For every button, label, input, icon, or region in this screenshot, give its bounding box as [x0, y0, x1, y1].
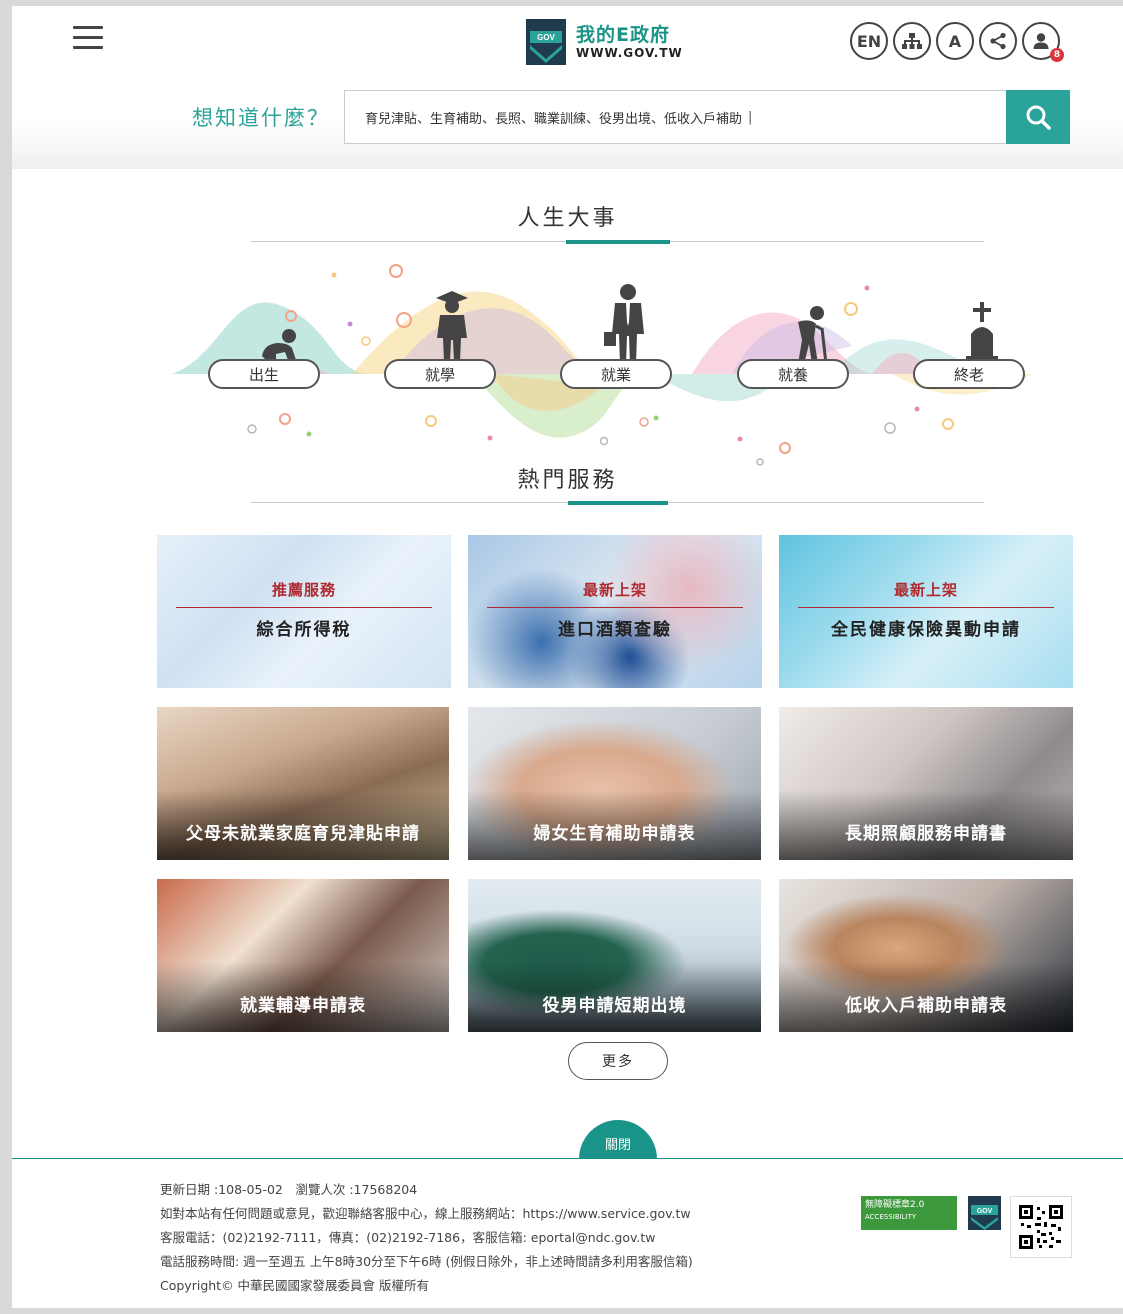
service-card-title: 婦女生育補助申請表	[468, 790, 761, 860]
sitemap-button[interactable]	[893, 22, 931, 60]
qr-code	[1010, 1196, 1072, 1258]
featured-card-liquor[interactable]: 最新上架 進口酒類查驗	[468, 535, 762, 688]
member-button[interactable]: 8	[1022, 22, 1064, 62]
logo-mark-text: GOV	[537, 33, 555, 42]
service-hours: 電話服務時間: 週一至週五 上午8時30分至下午6時 (例假日除外，非上述時間請…	[160, 1254, 693, 1269]
baby-icon	[262, 329, 296, 360]
hot-title-accent	[568, 501, 668, 505]
service-card-title: 父母未就業家庭育兒津貼申請	[157, 790, 449, 860]
search-button[interactable]	[1006, 90, 1070, 144]
hot-services-title: 熱門服務	[517, 468, 618, 493]
featured-title: 全民健康保險異動申請	[831, 620, 1021, 640]
page: GOV 我的E政府 WWW.GOV.TW EN A 8 想知道什麼？ 育兒津貼、…	[12, 6, 1123, 1308]
search-placeholder: 育兒津貼、生育補助、長照、職業訓練、役男出境、低收入戶補助	[365, 111, 743, 127]
search-input[interactable]: 育兒津貼、生育補助、長照、職業訓練、役男出境、低收入戶補助 |	[344, 90, 1007, 144]
elder-icon	[798, 306, 828, 364]
service-card-long-term-care[interactable]: 長期照顧服務申請書	[779, 707, 1073, 860]
update-info: 更新日期 :108-05-02 瀏覽人次 :17568204	[160, 1182, 418, 1197]
user-icon	[1033, 33, 1049, 49]
life-stage-school[interactable]: 就學	[384, 359, 496, 389]
toolbar: EN A 8	[850, 22, 1064, 62]
gov-badge-icon[interactable]: GOV	[968, 1196, 1001, 1230]
life-events-title: 人生大事	[517, 206, 618, 231]
phone-info: 客服電話：(02)2192-7111，傳真：(02)2192-7186，客服信箱…	[160, 1230, 656, 1245]
featured-tag: 最新上架	[893, 581, 958, 599]
logo-url: WWW.GOV.TW	[576, 46, 683, 60]
font-size-button[interactable]: A	[936, 22, 974, 60]
service-card-low-income-subsidy[interactable]: 低收入戶補助申請表	[779, 879, 1073, 1032]
service-card-title: 役男申請短期出境	[468, 962, 761, 1032]
life-stage-care[interactable]: 就養	[737, 359, 849, 389]
featured-tag: 最新上架	[582, 581, 647, 599]
language-button[interactable]: EN	[850, 22, 888, 60]
header: GOV 我的E政府 WWW.GOV.TW EN A 8 想知道什麼？ 育兒津貼、…	[12, 6, 1123, 169]
service-card-title: 長期照顧服務申請書	[779, 790, 1073, 860]
life-stage-work[interactable]: 就業	[560, 359, 672, 389]
featured-card-health-insurance[interactable]: 最新上架 全民健康保險異動申請	[779, 535, 1073, 688]
featured-divider	[798, 607, 1054, 608]
service-card-childcare-allowance[interactable]: 父母未就業家庭育兒津貼申請	[157, 707, 449, 860]
footer-close-button[interactable]: 關閉	[579, 1120, 657, 1159]
gov-badge-text: GOV	[977, 1208, 993, 1215]
life-title-accent	[566, 240, 670, 244]
search-icon	[1026, 105, 1051, 130]
language-label: EN	[856, 31, 882, 51]
life-stage-end[interactable]: 終老	[913, 359, 1025, 389]
site-logo[interactable]: GOV 我的E政府 WWW.GOV.TW	[526, 17, 696, 67]
life-events-band: 出生 就學 就業 就養 終老	[172, 246, 1052, 466]
accessibility-badge[interactable]: 無障礙標章2.0 ACCESSIBILITY	[861, 1196, 957, 1230]
service-card-maternity-subsidy[interactable]: 婦女生育補助申請表	[468, 707, 761, 860]
student-icon	[436, 291, 468, 362]
copyright: Copyright© 中華民國國家發展委員會 版權所有	[160, 1278, 430, 1293]
menu-icon[interactable]	[73, 26, 103, 50]
notification-badge: 8	[1050, 48, 1064, 62]
sitemap-icon	[902, 33, 922, 49]
accessibility-label-en: ACCESSIBILITY	[865, 1213, 917, 1221]
accessibility-label: 無障礙標章2.0	[865, 1200, 925, 1210]
text-cursor: |	[748, 109, 753, 125]
contact-info: 如對本站有任何問題或意見，歡迎聯絡客服中心，線上服務網站：https://www…	[160, 1206, 691, 1221]
featured-title: 綜合所得稅	[256, 620, 352, 640]
service-card-employment-guidance[interactable]: 就業輔導申請表	[157, 879, 449, 1032]
service-card-conscript-exit[interactable]: 役男申請短期出境	[468, 879, 761, 1032]
featured-divider	[487, 607, 743, 608]
font-size-label: A	[948, 31, 962, 51]
featured-title: 進口酒類查驗	[558, 620, 672, 640]
share-button[interactable]	[979, 22, 1017, 60]
qr-code-icon	[1019, 1205, 1063, 1249]
tombstone-icon	[966, 302, 998, 362]
featured-tag: 推薦服務	[271, 581, 336, 599]
service-card-title: 就業輔導申請表	[157, 962, 449, 1032]
gov-logo-icon: GOV	[526, 19, 566, 65]
more-button[interactable]: 更多	[568, 1042, 668, 1080]
share-icon	[990, 32, 1006, 50]
search-label: 想知道什麼？	[192, 106, 330, 130]
featured-divider	[176, 607, 432, 608]
featured-card-income-tax[interactable]: 推薦服務 綜合所得稅	[157, 535, 451, 688]
logo-title: 我的E政府	[576, 24, 670, 46]
service-card-title: 低收入戶補助申請表	[779, 962, 1073, 1032]
worker-icon	[604, 284, 644, 364]
life-stage-birth[interactable]: 出生	[208, 359, 320, 389]
